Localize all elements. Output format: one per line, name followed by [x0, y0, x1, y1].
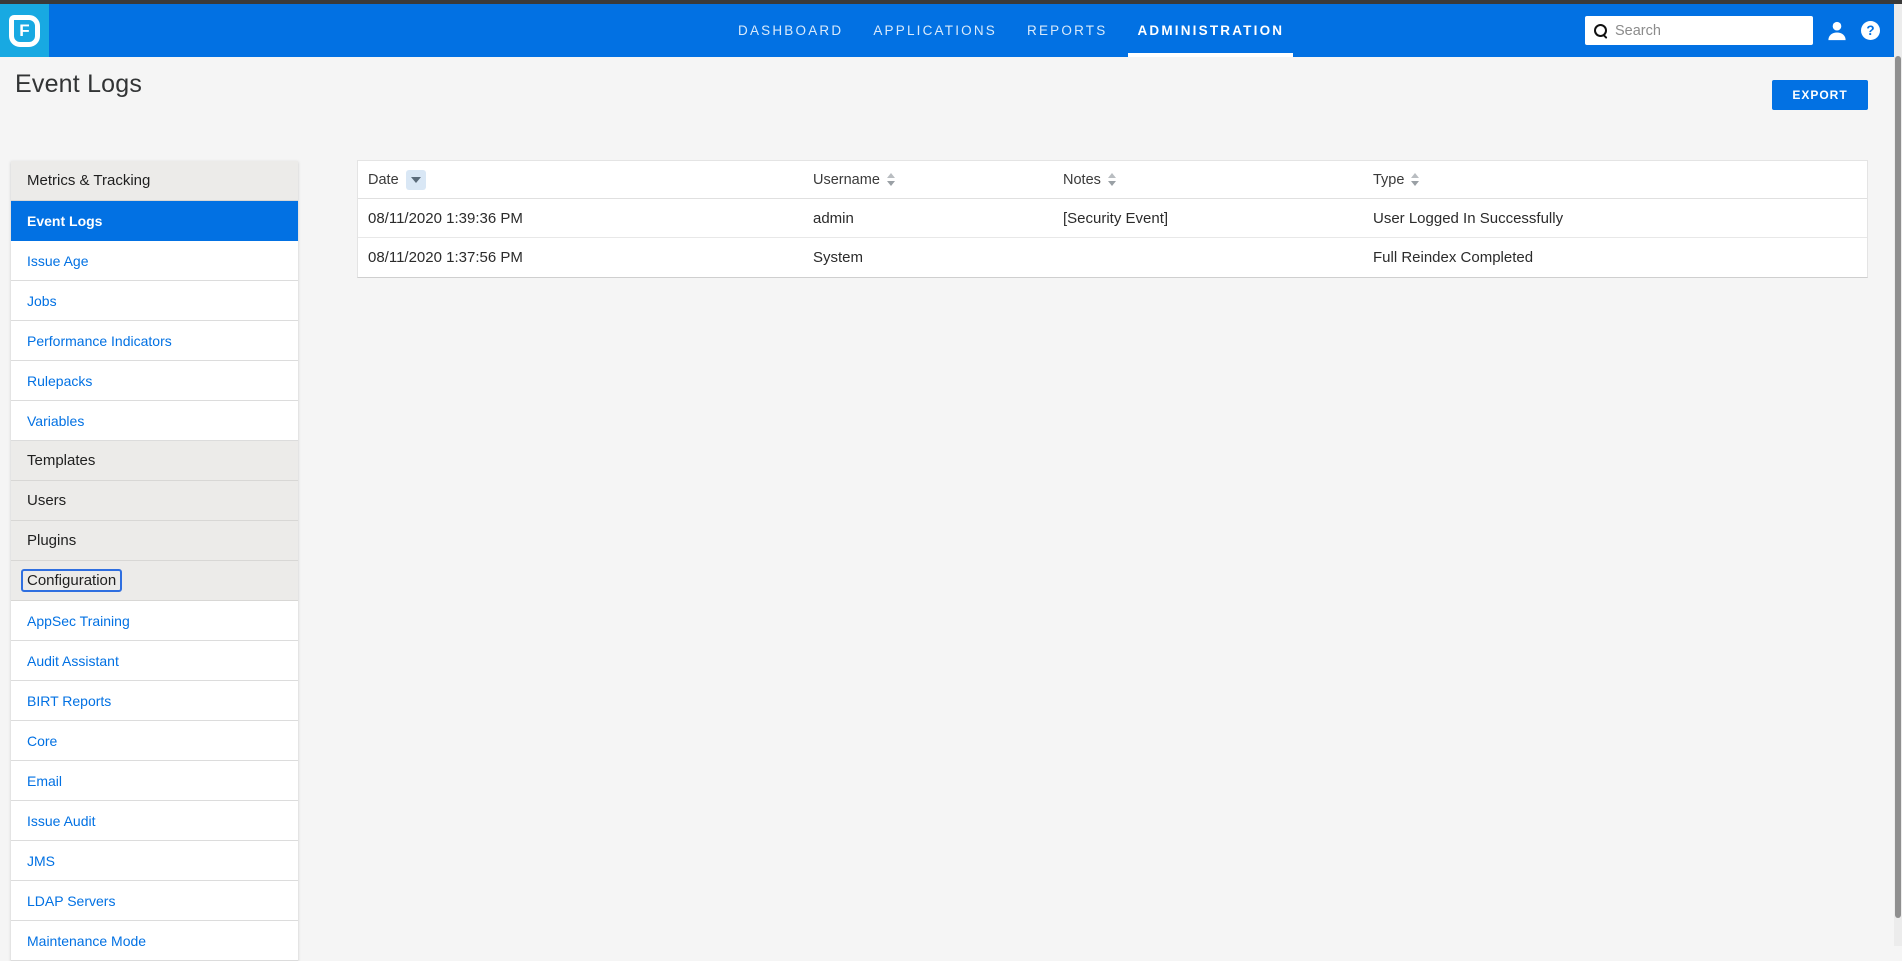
- sidebar-item-label: Plugins: [27, 532, 76, 549]
- sidebar-item-label: LDAP Servers: [27, 893, 115, 909]
- column-header-label: Date: [368, 172, 399, 188]
- sort-icon[interactable]: [887, 173, 895, 186]
- nav-item-label: DASHBOARD: [738, 23, 843, 38]
- primary-nav: DASHBOARD APPLICATIONS REPORTS ADMINISTRATI…: [738, 4, 1284, 57]
- sidebar-item-label: Audit Assistant: [27, 653, 119, 669]
- nav-item[interactable]: DASHBOARD: [738, 4, 843, 57]
- cell-username: admin: [803, 199, 1053, 237]
- table-header-row: Date Username Notes Type: [358, 161, 1867, 199]
- sidebar-item[interactable]: Performance Indicators: [11, 321, 298, 361]
- table-row: 08/11/2020 1:39:36 PM admin [Security Ev…: [358, 199, 1867, 238]
- sidebar-item-label: Metrics & Tracking: [27, 172, 150, 189]
- sort-up-arrow: [1411, 173, 1419, 178]
- sidebar-item-label: Performance Indicators: [27, 333, 172, 349]
- sidebar-item-label: Event Logs: [27, 213, 102, 229]
- nav-item[interactable]: ADMINISTRATION: [1137, 4, 1284, 57]
- search-icon: [1594, 24, 1607, 37]
- cell-type: User Logged In Successfully: [1363, 199, 1867, 237]
- sidebar-item[interactable]: LDAP Servers: [11, 881, 298, 921]
- sidebar-item[interactable]: BIRT Reports: [11, 681, 298, 721]
- scrollbar-thumb[interactable]: [1895, 56, 1901, 918]
- sidebar-item-label: Templates: [27, 452, 95, 469]
- sidebar-item[interactable]: Variables: [11, 401, 298, 441]
- page-scrollbar[interactable]: [1894, 0, 1902, 946]
- page-title: Event Logs: [15, 70, 142, 99]
- sidebar-item-label: AppSec Training: [27, 613, 130, 629]
- sidebar-item[interactable]: Issue Audit: [11, 801, 298, 841]
- search-input[interactable]: [1615, 23, 1804, 39]
- export-button[interactable]: EXPORT: [1772, 80, 1868, 110]
- column-header-label: Type: [1373, 172, 1404, 188]
- table-body: 08/11/2020 1:39:36 PM admin [Security Ev…: [358, 199, 1867, 277]
- fortify-logo[interactable]: F: [0, 4, 49, 57]
- sidebar-item-label: Users: [27, 492, 66, 509]
- help-icon[interactable]: ?: [1861, 21, 1880, 40]
- fortify-logo-glyph: F: [9, 15, 40, 47]
- table-row: 08/11/2020 1:37:56 PM System Full Reinde…: [358, 238, 1867, 277]
- sidebar-item[interactable]: Maintenance Mode: [11, 921, 298, 961]
- sidebar-item[interactable]: Configuration: [11, 561, 298, 601]
- sidebar-item[interactable]: Templates: [11, 441, 298, 481]
- sidebar-item[interactable]: JMS: [11, 841, 298, 881]
- sidebar-item[interactable]: Email: [11, 761, 298, 801]
- admin-sidebar: Metrics & Tracking Event Logs Issue Age …: [11, 161, 298, 961]
- column-header-label: Notes: [1063, 172, 1101, 188]
- sidebar-item-label: Issue Age: [27, 253, 89, 269]
- sort-desc-icon[interactable]: [406, 170, 426, 190]
- sidebar-item-label: BIRT Reports: [27, 693, 111, 709]
- cell-date: 08/11/2020 1:39:36 PM: [358, 199, 803, 237]
- nav-item-label: ADMINISTRATION: [1137, 23, 1284, 38]
- cell-notes: [Security Event]: [1053, 199, 1363, 237]
- cell-type: Full Reindex Completed: [1363, 238, 1867, 277]
- nav-item-label: APPLICATIONS: [873, 23, 997, 38]
- nav-item[interactable]: APPLICATIONS: [873, 4, 997, 57]
- event-log-table: Date Username Notes Type 08/11/2020 1:39…: [357, 160, 1868, 278]
- sort-down-arrow: [1108, 181, 1116, 186]
- navbar-right-group: ?: [1585, 4, 1880, 57]
- sidebar-item[interactable]: AppSec Training: [11, 601, 298, 641]
- sort-up-arrow: [887, 173, 895, 178]
- sort-down-arrow: [1411, 181, 1419, 186]
- sort-icon[interactable]: [1411, 173, 1419, 186]
- column-header[interactable]: Notes: [1053, 161, 1363, 198]
- cell-username: System: [803, 238, 1053, 277]
- column-header[interactable]: Username: [803, 161, 1053, 198]
- cell-notes: [1053, 238, 1363, 277]
- nav-item-label: REPORTS: [1027, 23, 1107, 38]
- sidebar-item[interactable]: Plugins: [11, 521, 298, 561]
- sidebar-item-label: Core: [27, 733, 57, 749]
- sidebar-item-label: Configuration: [21, 569, 122, 592]
- window-top-strip: [0, 0, 1902, 4]
- sidebar-item-label: Issue Audit: [27, 813, 96, 829]
- sidebar-item-label: Jobs: [27, 293, 57, 309]
- user-icon[interactable]: [1826, 20, 1848, 41]
- sidebar-item-label: Variables: [27, 413, 84, 429]
- sidebar-item-label: Email: [27, 773, 62, 789]
- sidebar-item-label: Rulepacks: [27, 373, 92, 389]
- sidebar-item[interactable]: Core: [11, 721, 298, 761]
- column-header-label: Username: [813, 172, 880, 188]
- sidebar-item[interactable]: Users: [11, 481, 298, 521]
- cell-date: 08/11/2020 1:37:56 PM: [358, 238, 803, 277]
- sidebar-item[interactable]: Metrics & Tracking: [11, 161, 298, 201]
- sidebar-item[interactable]: Jobs: [11, 281, 298, 321]
- column-header[interactable]: Date: [358, 161, 803, 198]
- sort-up-arrow: [1108, 173, 1116, 178]
- sidebar-item[interactable]: Event Logs: [11, 201, 298, 241]
- global-search[interactable]: [1585, 16, 1813, 45]
- nav-item[interactable]: REPORTS: [1027, 4, 1107, 57]
- help-glyph: ?: [1866, 23, 1874, 38]
- column-header[interactable]: Type: [1363, 161, 1867, 198]
- sort-icon[interactable]: [1108, 173, 1116, 186]
- sidebar-item[interactable]: Audit Assistant: [11, 641, 298, 681]
- sidebar-item[interactable]: Issue Age: [11, 241, 298, 281]
- sidebar-item-label: JMS: [27, 853, 55, 869]
- top-navbar: F DASHBOARD APPLICATIONS REPORTS ADMINISTRA…: [0, 4, 1902, 57]
- sort-down-arrow: [887, 181, 895, 186]
- sidebar-item[interactable]: Rulepacks: [11, 361, 298, 401]
- sidebar-item-label: Maintenance Mode: [27, 933, 146, 949]
